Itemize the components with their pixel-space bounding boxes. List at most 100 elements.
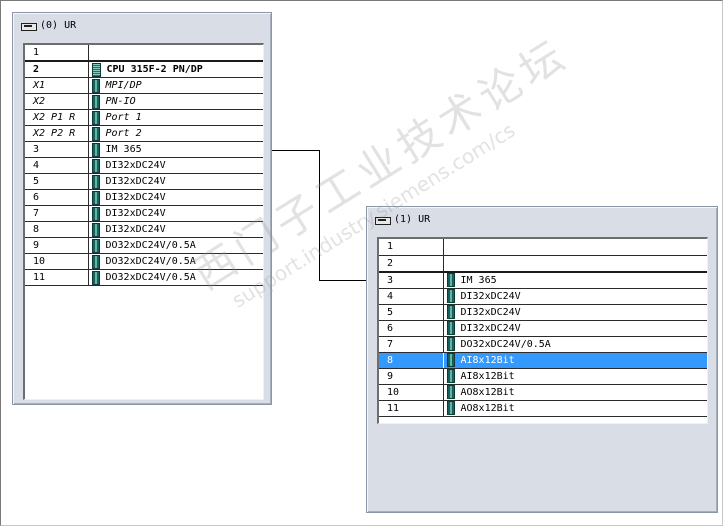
module-cell[interactable]: AI8x12Bit (443, 368, 707, 385)
module-cell[interactable] (443, 255, 707, 273)
rack-1-slot-row[interactable]: 10 AO8x12Bit (379, 384, 707, 401)
module-cell[interactable]: DI32xDC24V (88, 157, 263, 174)
module-name: Port 2 (105, 128, 142, 139)
module-name: AO8x12Bit (460, 386, 515, 398)
rack-1-title-text: (1) UR (394, 214, 431, 225)
module-name: IM 365 (105, 144, 142, 155)
slot-number: 11 (25, 269, 89, 286)
rack-0-slot-row[interactable]: 3 IM 365 (25, 141, 263, 158)
rack-1-window[interactable]: (1) UR 1 2 3 IM 365 4 DI32xDC24V 5 DI32xDC24V 6 D… (366, 206, 718, 513)
rack-1-table: 1 2 3 IM 365 4 DI32xDC24V 5 DI32xDC24V 6 DI32xDC2… (379, 239, 707, 417)
slot-number: 9 (25, 237, 89, 254)
slot-number: 3 (25, 141, 89, 158)
module-cell[interactable] (443, 239, 707, 256)
module-name: IM 365 (460, 274, 497, 286)
rack-1-slot-row[interactable]: 2 (379, 255, 707, 273)
rack-0-slot-row[interactable]: 7 DI32xDC24V (25, 205, 263, 222)
rack-0-slot-row[interactable]: X2 P1 R Port 1 (25, 109, 263, 126)
slot-number: 3 (379, 271, 444, 289)
module-cell[interactable]: MPI/DP (88, 77, 263, 94)
rack-connector-line (319, 280, 367, 281)
module-cell[interactable]: CPU 315F-2 PN/DP (88, 61, 263, 78)
module-icon (91, 254, 100, 269)
module-cell[interactable]: DI32xDC24V (88, 173, 263, 190)
rack-0-table: 1 2 CPU 315F-2 PN/DP X1 MPI/DP X2 PN-IO X2 P1 R… (25, 45, 263, 286)
module-cell[interactable]: Port 2 (88, 125, 263, 142)
module-name: DO32xDC24V/0.5A (105, 240, 196, 251)
rack-1-slot-row[interactable]: 3 IM 365 (379, 271, 707, 289)
slot-number: 7 (25, 205, 89, 222)
cpu-icon (91, 62, 101, 77)
module-icon (446, 337, 455, 351)
rack-0-slot-row[interactable]: 9 DO32xDC24V/0.5A (25, 237, 263, 254)
rack-1-slot-row[interactable]: 9 AI8x12Bit (379, 368, 707, 385)
rack-1-title[interactable]: (1) UR (375, 213, 430, 227)
slot-number: 8 (25, 221, 89, 238)
module-name: DO32xDC24V/0.5A (105, 272, 196, 283)
port-icon (91, 94, 100, 109)
rack-0-window[interactable]: (0) UR 1 2 CPU 315F-2 PN/DP X1 MPI/DP X2 PN-IO… (12, 12, 272, 405)
module-cell[interactable]: DO32xDC24V/0.5A (88, 269, 263, 286)
module-cell[interactable]: DI32xDC24V (443, 288, 707, 305)
module-cell[interactable]: DI32xDC24V (443, 304, 707, 321)
module-icon (91, 174, 100, 189)
slot-number: 8 (379, 352, 444, 369)
module-icon (91, 206, 100, 221)
slot-number: 6 (25, 189, 89, 206)
slot-number: X2 P1 R (25, 109, 89, 126)
module-cell[interactable]: DO32xDC24V/0.5A (88, 253, 263, 270)
slot-number: 5 (379, 304, 444, 321)
rack-1-slot-table: 1 2 3 IM 365 4 DI32xDC24V 5 DI32xDC24V 6 DI32xDC2… (377, 237, 708, 424)
rack-1-slot-row[interactable]: 7 DO32xDC24V/0.5A (379, 336, 707, 353)
module-cell[interactable]: Port 1 (88, 109, 263, 126)
rack-0-slot-row[interactable]: X2 PN-IO (25, 93, 263, 110)
rack-connector-line (272, 150, 320, 151)
rack-0-slot-row[interactable]: 2 CPU 315F-2 PN/DP (25, 61, 263, 78)
module-name: DI32xDC24V (460, 306, 521, 318)
module-icon (446, 273, 455, 287)
module-name: DI32xDC24V (460, 290, 521, 302)
module-name: Port 1 (105, 112, 142, 123)
rack-1-slot-row[interactable]: 4 DI32xDC24V (379, 288, 707, 305)
slot-number: 9 (379, 368, 444, 385)
module-name: DI32xDC24V (105, 160, 166, 171)
rack-1-slot-row[interactable]: 6 DI32xDC24V (379, 320, 707, 337)
rack-1-slot-row[interactable]: 1 (379, 239, 707, 256)
module-cell[interactable]: AO8x12Bit (443, 384, 707, 401)
module-cell[interactable]: DI32xDC24V (443, 320, 707, 337)
slot-number: 2 (25, 61, 89, 78)
rack-0-slot-row[interactable]: 11 DO32xDC24V/0.5A (25, 269, 263, 286)
module-icon (91, 190, 100, 205)
module-cell[interactable]: PN-IO (88, 93, 263, 110)
rack-0-slot-row[interactable]: 1 (25, 45, 263, 62)
module-cell[interactable]: DI32xDC24V (88, 189, 263, 206)
rack-1-slot-row[interactable]: 11 AO8x12Bit (379, 400, 707, 417)
module-name: PN-IO (105, 96, 136, 107)
module-cell[interactable]: DI32xDC24V (88, 221, 263, 238)
module-cell[interactable]: DI32xDC24V (88, 205, 263, 222)
rack-0-slot-row[interactable]: X2 P2 R Port 2 (25, 125, 263, 142)
module-cell[interactable]: AI8x12Bit (443, 352, 707, 369)
module-cell[interactable]: AO8x12Bit (443, 400, 707, 417)
rack-1-slot-row[interactable]: 5 DI32xDC24V (379, 304, 707, 321)
module-icon (91, 270, 100, 285)
module-cell[interactable]: DO32xDC24V/0.5A (443, 336, 707, 353)
module-name: AI8x12Bit (460, 370, 515, 382)
slot-number: 2 (379, 255, 444, 273)
rack-0-slot-row[interactable]: 8 DI32xDC24V (25, 221, 263, 238)
rack-0-slot-row[interactable]: 6 DI32xDC24V (25, 189, 263, 206)
rack-0-slot-row[interactable]: X1 MPI/DP (25, 77, 263, 94)
rack-connector-line (319, 150, 320, 280)
rack-0-slot-row[interactable]: 5 DI32xDC24V (25, 173, 263, 190)
rack-1-slot-row[interactable]: 8 AI8x12Bit (379, 352, 707, 369)
rack-0-slot-row[interactable]: 4 DI32xDC24V (25, 157, 263, 174)
module-cell[interactable] (88, 45, 263, 62)
module-icon (446, 369, 455, 383)
module-cell[interactable]: DO32xDC24V/0.5A (88, 237, 263, 254)
slot-number: X2 (25, 93, 89, 110)
module-icon (446, 289, 455, 303)
rack-0-title[interactable]: (0) UR (21, 19, 76, 33)
rack-0-slot-row[interactable]: 10 DO32xDC24V/0.5A (25, 253, 263, 270)
module-cell[interactable]: IM 365 (88, 141, 263, 158)
module-cell[interactable]: IM 365 (443, 271, 707, 289)
